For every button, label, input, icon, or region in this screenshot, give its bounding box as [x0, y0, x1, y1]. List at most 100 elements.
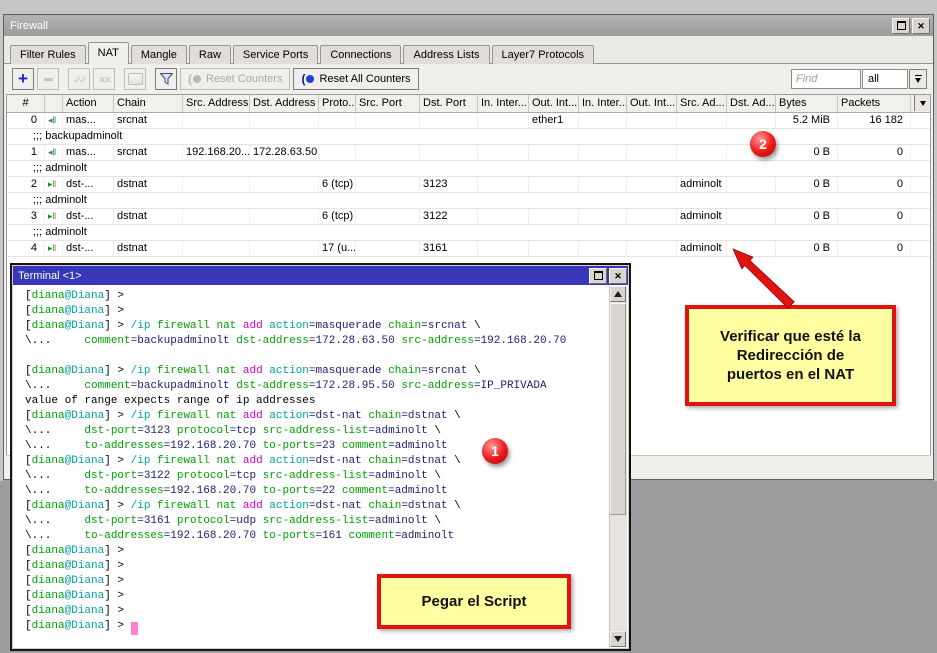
- nat-rule-row[interactable]: 3▸‖dst-...dstnat6 (tcp)3122adminolt0 B0: [7, 209, 930, 225]
- cell-proto: [319, 113, 356, 128]
- terminal-line: \... dst-port=3161 protocol=udp src-addr…: [25, 515, 605, 530]
- reset-all-counters-button[interactable]: ( Reset All Counters: [293, 68, 418, 90]
- comment-icon: [128, 73, 143, 85]
- nat-comment-row[interactable]: ;;; backupadminolt: [7, 129, 930, 145]
- cell-src_address: [183, 241, 250, 256]
- tab-service-ports[interactable]: Service Ports: [233, 45, 318, 64]
- cell-out_if2: [627, 209, 677, 224]
- col-header-out_if[interactable]: Out. Int...: [529, 95, 579, 112]
- terminal-maximize-button[interactable]: [589, 268, 607, 284]
- col-header-action[interactable]: Action: [63, 95, 114, 112]
- cell-out_if: [529, 241, 579, 256]
- nat-comment-row[interactable]: ;;; adminolt: [7, 161, 930, 177]
- nat-comment-row[interactable]: ;;; adminolt: [7, 193, 930, 209]
- col-header-icon[interactable]: [45, 95, 63, 112]
- terminal-line: \... to-addresses=192.168.20.70 to-ports…: [25, 530, 605, 545]
- arrow-down-icon: [614, 636, 622, 642]
- cell-dst_ad: [727, 113, 776, 128]
- cell-chain: srcnat: [114, 113, 183, 128]
- terminal-line: [diana@Diana] > /ip firewall nat add act…: [25, 455, 605, 470]
- terminal-close-button[interactable]: [609, 268, 627, 284]
- col-header-in_if2[interactable]: In. Inter...: [579, 95, 627, 112]
- col-header-dst_port[interactable]: Dst. Port: [420, 95, 478, 112]
- cell-in_if: [478, 241, 529, 256]
- col-header-chain[interactable]: Chain: [114, 95, 183, 112]
- maximize-icon: [594, 271, 603, 280]
- scroll-down-button[interactable]: [610, 631, 626, 647]
- tab-mangle[interactable]: Mangle: [131, 45, 187, 64]
- desktop: { "firewall": { "title": "Firewall", "ta…: [0, 0, 937, 653]
- disable-button[interactable]: [93, 68, 115, 90]
- col-header-dst_address[interactable]: Dst. Address: [250, 95, 319, 112]
- cell-packets: 0: [838, 145, 911, 160]
- col-header-num[interactable]: #: [7, 95, 45, 112]
- terminal-scrollbar[interactable]: [609, 286, 627, 647]
- cell-in_if: [478, 209, 529, 224]
- note-line: puertos en el NAT: [689, 365, 892, 384]
- col-header-out_if2[interactable]: Out. Int...: [627, 95, 677, 112]
- cell-packets: 0: [838, 241, 911, 256]
- cell-num: 1: [7, 145, 45, 160]
- nat-rule-row[interactable]: 0◂‖mas...srcnatether15.2 MiB16 182: [7, 113, 930, 129]
- col-header-proto[interactable]: Proto...: [319, 95, 356, 112]
- dropdown-arrow-icon: [920, 101, 926, 106]
- dropdown-arrow-icon: [914, 74, 923, 84]
- cell-dst_address: [250, 241, 319, 256]
- filter-scope-dropdown-button[interactable]: [909, 69, 927, 89]
- remove-button[interactable]: [37, 68, 59, 90]
- col-header-packets[interactable]: Packets: [838, 95, 911, 112]
- cell-out_if: [529, 209, 579, 224]
- cell-out_if2: [627, 113, 677, 128]
- cell-src_ad: adminolt: [677, 209, 727, 224]
- close-button[interactable]: [912, 18, 930, 34]
- filter-scope-select[interactable]: all: [862, 69, 908, 89]
- firewall-toolbar: ( Reset Counters ( Reset All Counters al…: [4, 64, 933, 94]
- cell-dst_address: 172.28.63.50: [250, 145, 319, 160]
- column-select-button[interactable]: [914, 95, 930, 111]
- col-header-dst_ad[interactable]: Dst. Ad...: [727, 95, 776, 112]
- scrollbar-thumb[interactable]: [610, 303, 626, 515]
- cell-chain: dstnat: [114, 209, 183, 224]
- reset-counters-button[interactable]: ( Reset Counters: [180, 68, 290, 90]
- enable-button[interactable]: [68, 68, 90, 90]
- col-header-in_if[interactable]: In. Inter...: [478, 95, 529, 112]
- maximize-button[interactable]: [892, 18, 910, 34]
- cell-dst_port: 3161: [420, 241, 478, 256]
- nat-rule-row[interactable]: 2▸‖dst-...dstnat6 (tcp)3123adminolt0 B0: [7, 177, 930, 193]
- nat-rule-row[interactable]: 1◂‖mas...srcnat192.168.20...172.28.63.50…: [7, 145, 930, 161]
- check-icon: [74, 70, 85, 88]
- cell-out_if2: [627, 177, 677, 192]
- desktop-margin-top: [0, 0, 937, 14]
- terminal-titlebar[interactable]: Terminal <1>: [13, 266, 628, 285]
- filter-button[interactable]: [155, 68, 177, 90]
- firewall-titlebar[interactable]: Firewall: [4, 15, 933, 36]
- cell-proto: [319, 145, 356, 160]
- terminal-line: \... comment=backupadminolt dst-address=…: [25, 335, 605, 350]
- reset-counters-icon: (: [188, 72, 192, 86]
- col-header-src_ad[interactable]: Src. Ad...: [677, 95, 727, 112]
- cell-action: dst-...: [63, 241, 114, 256]
- col-header-bytes[interactable]: Bytes: [776, 95, 838, 112]
- comment-button[interactable]: [124, 68, 146, 90]
- tab-layer7-protocols[interactable]: Layer7 Protocols: [492, 45, 595, 64]
- cell-in_if: [478, 113, 529, 128]
- minus-icon: [44, 78, 53, 81]
- cell-in_if: [478, 145, 529, 160]
- tab-filter-rules[interactable]: Filter Rules: [10, 45, 86, 64]
- tab-connections[interactable]: Connections: [320, 45, 401, 64]
- dst-nat-icon: ▸‖: [45, 209, 63, 224]
- tab-address-lists[interactable]: Address Lists: [403, 45, 489, 64]
- tab-nat[interactable]: NAT: [88, 42, 129, 64]
- cell-packets: 0: [838, 177, 911, 192]
- tab-raw[interactable]: Raw: [189, 45, 231, 64]
- add-button[interactable]: [12, 68, 34, 90]
- cell-proto: 17 (u...: [319, 241, 356, 256]
- cell-packets: 16 182: [838, 113, 911, 128]
- cell-dst_port: [420, 145, 478, 160]
- scroll-up-button[interactable]: [610, 286, 626, 302]
- find-input[interactable]: [791, 69, 861, 89]
- col-header-src_port[interactable]: Src. Port: [356, 95, 420, 112]
- cell-src_ad: [677, 113, 727, 128]
- col-header-src_address[interactable]: Src. Address: [183, 95, 250, 112]
- nat-comment-row[interactable]: ;;; adminolt: [7, 225, 930, 241]
